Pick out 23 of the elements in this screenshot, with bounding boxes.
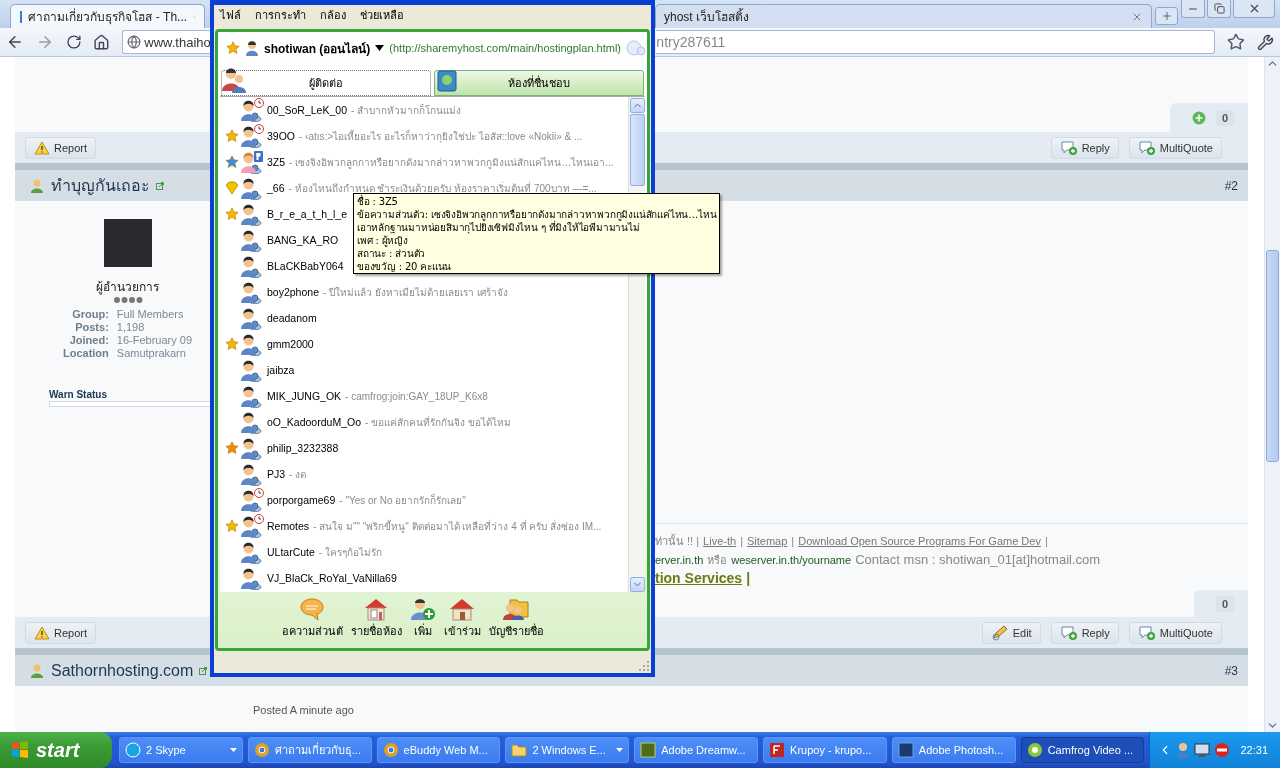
signature-text: | <box>1044 535 1048 547</box>
info-value: Samutprakarn <box>116 347 187 359</box>
signature-text: erver.in.th <box>655 554 704 566</box>
member-rank: ผู้อำนวยการ <box>96 279 159 296</box>
tooltip: ชื่อ : 3Z5 ข้อความส่วนตัว: เซงจิงอิพวกลูกกาหรือยากดังมากล่าวหาพวกกูมิงแน่สักแค่ไหน…ไหน เอาหลักฐานมาหน่อยสิมากุไปยิงเซิฟมิงไหน ๆ ที่มิงให้ไอพีมามานไม่ เพศ : ผู้หญิง สถานะ : ส่วนตัว ของขวัญ : 20 คะแนน <box>353 193 721 274</box>
info-label: Joined: <box>68 334 109 346</box>
clock: 22:31 <box>1240 744 1268 756</box>
info-value: 1,198 <box>116 321 146 333</box>
post-date: Posted A minute ago <box>253 704 354 716</box>
info-value: Full Members <box>116 308 185 320</box>
info-label: Posts: <box>74 321 109 333</box>
signature-text: | <box>740 535 743 547</box>
info-value: 16-February 09 <box>116 334 193 346</box>
info-label: Location <box>62 347 109 359</box>
info-label: Group: <box>71 308 109 320</box>
signature-text: ท่านั้น !! | <box>655 533 700 549</box>
signature-text: Contact msn : shotiwan_01[at]hotmail.com <box>855 552 1101 567</box>
signature-text: | <box>791 535 795 547</box>
signature-text: หรือ <box>707 553 728 568</box>
warn-status-label: Warn Status <box>49 389 108 400</box>
vote-count: 0 <box>1215 109 1234 126</box>
signature-text: weserver.in.th/yourname <box>731 554 852 566</box>
vote-count: 0 <box>1215 595 1234 612</box>
